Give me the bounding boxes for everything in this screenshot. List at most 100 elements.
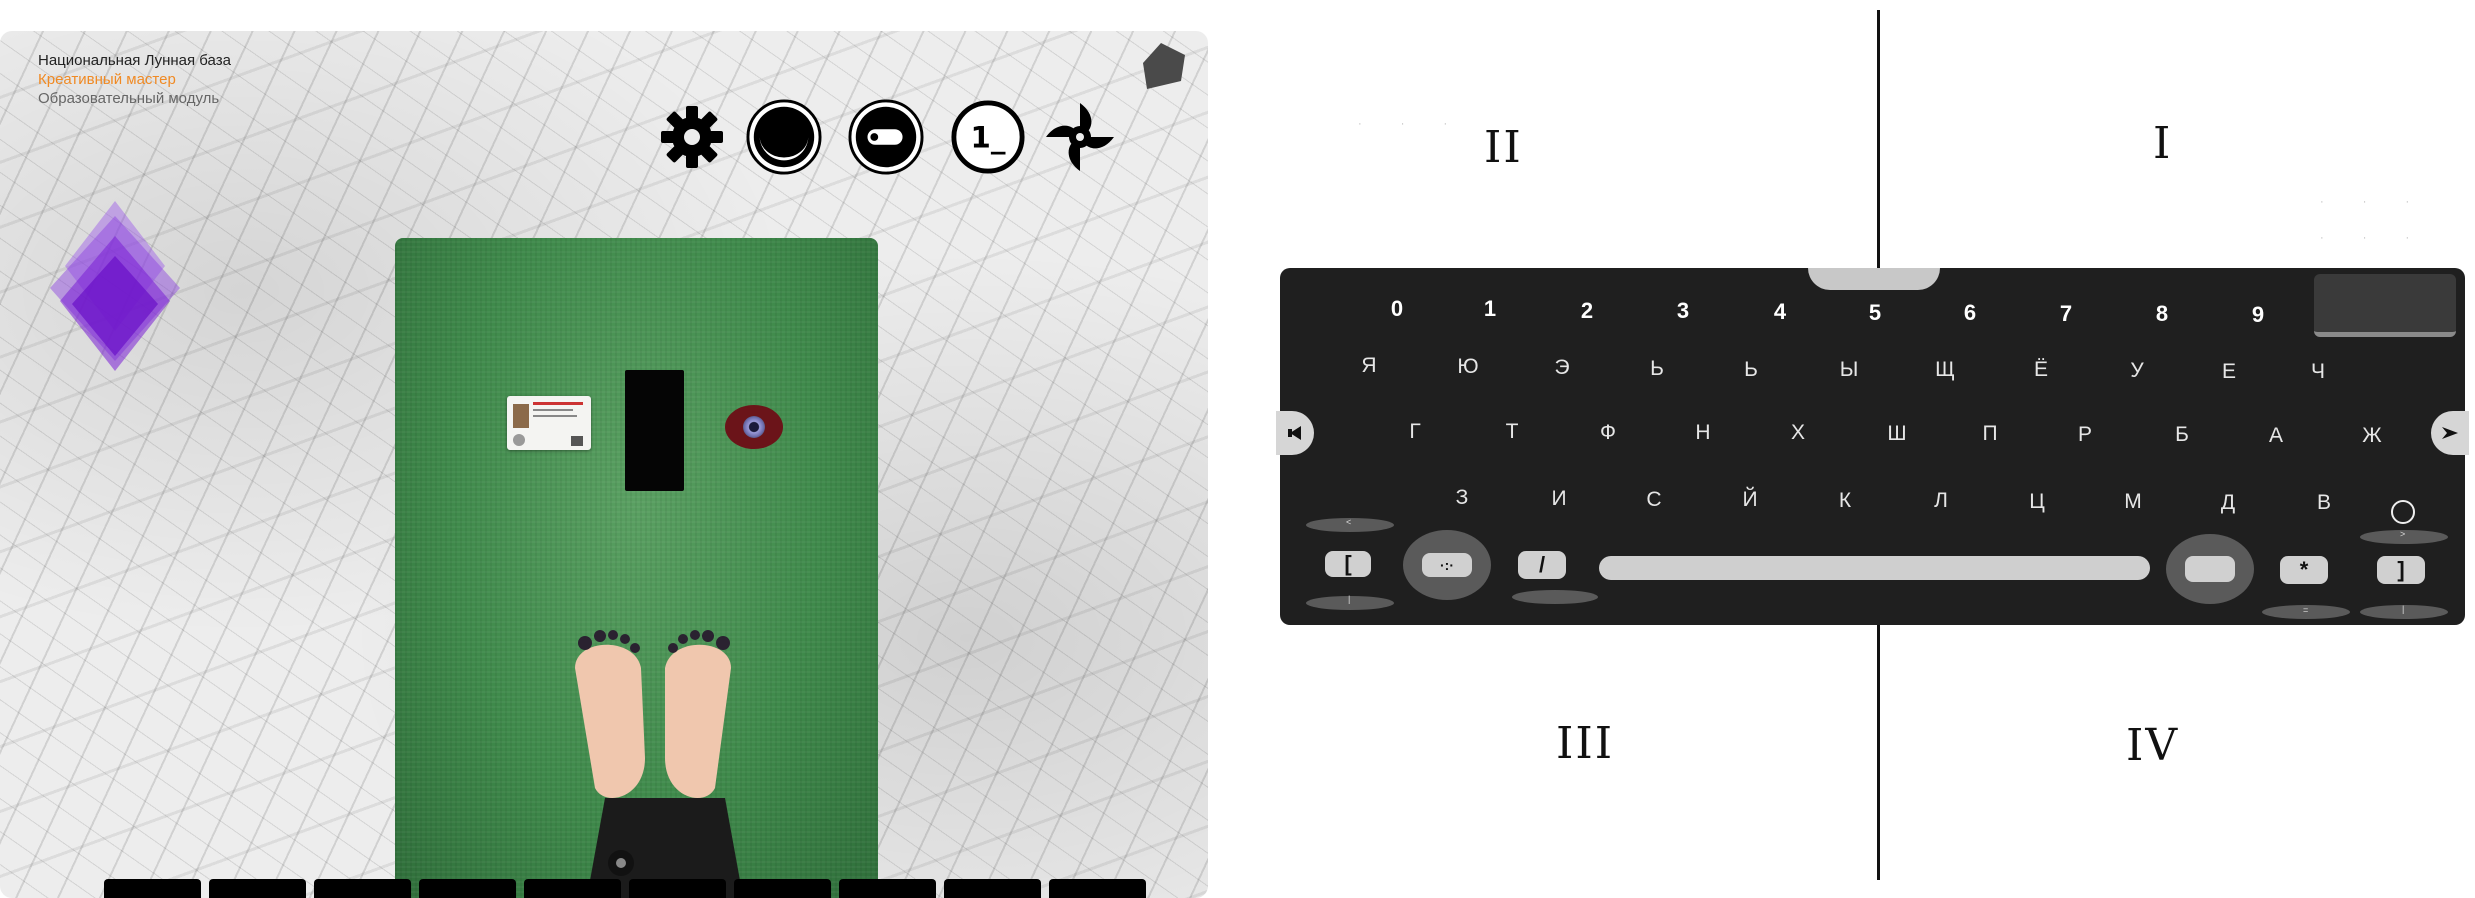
shuriken-icon[interactable] (1042, 99, 1118, 175)
key-letter[interactable]: Ц (2017, 490, 2057, 514)
bottom-slot-7[interactable] (734, 879, 831, 898)
eye-icon[interactable] (725, 405, 783, 449)
capsule-icon[interactable] (848, 99, 924, 175)
left-arrow-button[interactable] (1276, 411, 1314, 455)
key-letter[interactable]: Ф (1588, 421, 1628, 445)
bottom-slot-6[interactable] (629, 879, 726, 898)
key-letter[interactable]: С (1634, 488, 1674, 512)
bottom-slot-bar (104, 879, 1146, 898)
key-letter[interactable]: Г (1395, 420, 1435, 444)
asterisk-key[interactable]: * (2280, 556, 2328, 584)
key-digit[interactable]: 3 (1663, 298, 1703, 324)
key-letter[interactable]: Э (1542, 356, 1582, 380)
key-digit[interactable]: 6 (1950, 300, 1990, 326)
dots-decor: · · · (1358, 118, 1466, 130)
key-letter[interactable]: Щ (1925, 358, 1965, 382)
key-digit[interactable]: 0 (1377, 296, 1417, 322)
key-letter[interactable]: К (1825, 489, 1865, 513)
key-letter[interactable]: Т (1492, 420, 1532, 444)
terminal-label: 1_ (971, 121, 1006, 155)
dpad-right-center (2185, 556, 2235, 582)
keyboard-display (2314, 274, 2456, 337)
quadrant-label-1: I (2153, 118, 2173, 169)
key-letter[interactable]: Р (2065, 423, 2105, 447)
key-shadow (1512, 590, 1598, 604)
right-arrow-button[interactable] (2431, 411, 2469, 455)
slash-key[interactable]: / (1518, 551, 1566, 579)
brand-title: Национальная Лунная база (38, 52, 231, 69)
brand-block: Национальная Лунная база Креативный маст… (38, 51, 231, 108)
smile-arc-icon[interactable] (746, 99, 822, 175)
key-letter[interactable]: Ь (1731, 358, 1771, 382)
left-down-label: | (1348, 594, 1351, 604)
brand-subtitle: Креативный мастер (38, 71, 176, 88)
circle-key[interactable] (2391, 500, 2415, 524)
record-button[interactable] (608, 850, 634, 876)
brand-module: Образовательный модуль (38, 90, 220, 107)
spacebar[interactable] (1599, 556, 2150, 580)
bottom-slot-1[interactable] (104, 879, 201, 898)
key-digit[interactable]: 2 (1567, 298, 1607, 324)
keyboard-notch (1808, 268, 1940, 290)
id-card-image[interactable] (507, 396, 591, 450)
key-letter[interactable]: Л (1921, 489, 1961, 513)
bottom-slot-5[interactable] (524, 879, 621, 898)
key-letter[interactable]: Ю (1448, 355, 1488, 379)
dpad-left[interactable]: ·:· (1403, 530, 1491, 600)
dpad-right[interactable] (2166, 534, 2254, 604)
key-letter[interactable]: З (1442, 486, 1482, 510)
key-letter[interactable]: Б (2162, 423, 2202, 447)
right-down-label: | (2402, 604, 2405, 614)
key-letter[interactable]: В (2304, 491, 2344, 515)
key-digit[interactable]: 8 (2142, 301, 2182, 327)
key-letter[interactable]: Д (2208, 491, 2248, 515)
key-letter[interactable]: Х (1778, 421, 1818, 445)
dots-decor: · · · (2320, 232, 2428, 244)
bottom-slot-2[interactable] (209, 879, 306, 898)
key-digit[interactable]: 1 (1470, 296, 1510, 322)
corner-pentagon-icon[interactable] (1141, 41, 1189, 93)
quadrant-label-3: III (1556, 718, 1615, 769)
key-letter[interactable]: И (1539, 487, 1579, 511)
black-panel[interactable] (625, 370, 684, 491)
quadrant-divider-top (1877, 10, 1880, 272)
bottom-slot-9[interactable] (944, 879, 1041, 898)
quadrant-label-2: II (1484, 122, 1523, 173)
key-letter[interactable]: П (1970, 422, 2010, 446)
left-up-label: < (1346, 517, 1352, 527)
right-up-label: > (2400, 529, 2406, 539)
key-letter[interactable]: Ы (1829, 358, 1869, 382)
key-letter[interactable]: Ь (1637, 357, 1677, 381)
key-digit[interactable]: 4 (1760, 299, 1800, 325)
bottom-slot-4[interactable] (419, 879, 516, 898)
terminal-one-icon[interactable]: 1_ (950, 99, 1026, 175)
bracket-close-key[interactable]: ] (2377, 556, 2425, 584)
key-letter[interactable]: Е (2209, 360, 2249, 384)
key-letter[interactable]: Ш (1877, 422, 1917, 446)
key-digit[interactable]: 9 (2238, 302, 2278, 328)
gear-icon[interactable] (654, 99, 730, 175)
bracket-open-key[interactable]: [ (1325, 551, 1371, 577)
key-letter[interactable]: Й (1730, 488, 1770, 512)
key-letter[interactable]: М (2113, 490, 2153, 514)
photo-viewer (395, 238, 878, 898)
equals-label: = (2303, 605, 2309, 615)
record-dot-icon (616, 858, 626, 868)
purple-diamond-logo (50, 201, 180, 371)
feet-image (575, 630, 744, 898)
key-letter[interactable]: Н (1683, 421, 1723, 445)
bottom-slot-3[interactable] (314, 879, 411, 898)
key-letter[interactable]: Ё (2021, 358, 2061, 382)
dpad-left-center: ·:· (1422, 553, 1472, 577)
bottom-slot-10[interactable] (1049, 879, 1146, 898)
bottom-slot-8[interactable] (839, 879, 936, 898)
key-letter[interactable]: У (2117, 359, 2157, 383)
dots-decor: · · · (2320, 196, 2428, 208)
key-letter[interactable]: Ж (2352, 424, 2392, 448)
key-digit[interactable]: 5 (1855, 300, 1895, 326)
key-digit[interactable]: 7 (2046, 301, 2086, 327)
key-letter[interactable]: А (2256, 424, 2296, 448)
key-letter[interactable]: Я (1349, 354, 1389, 378)
key-letter[interactable]: Ч (2298, 360, 2338, 384)
quadrant-label-4: IV (2126, 720, 2180, 771)
